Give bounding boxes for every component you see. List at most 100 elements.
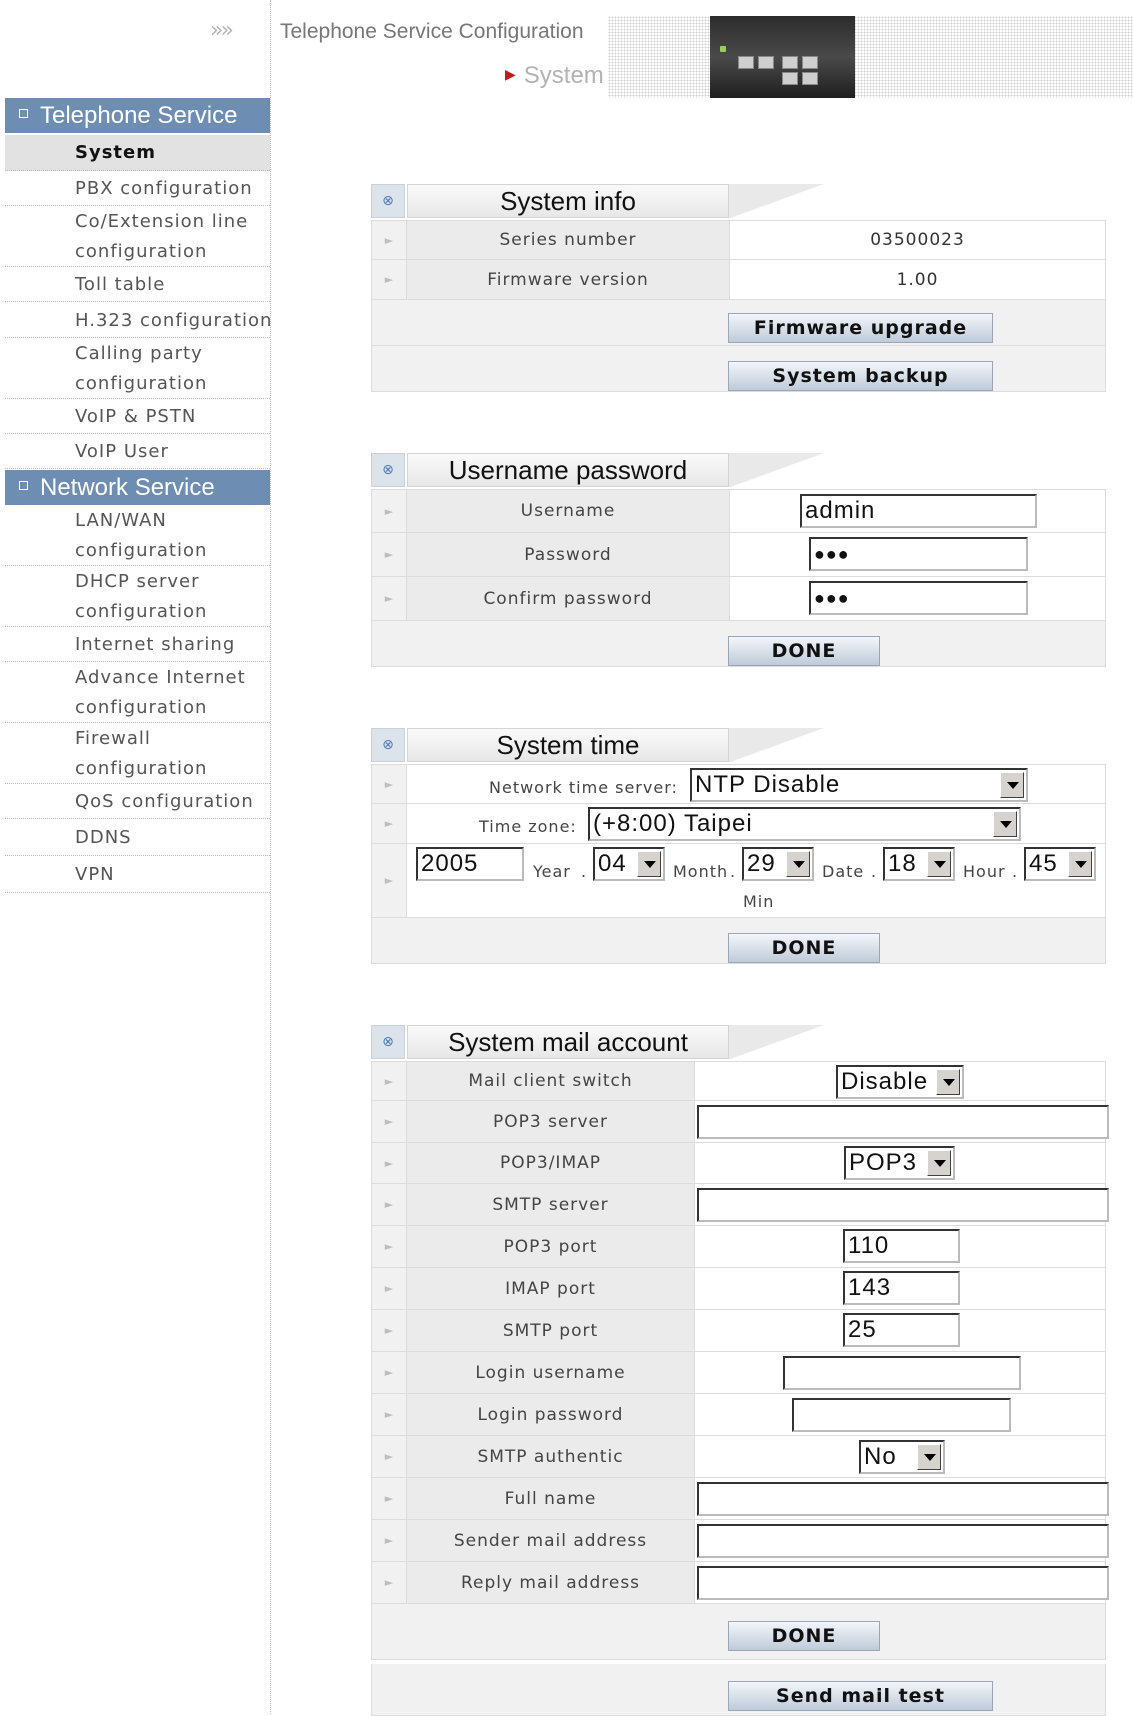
sidebar-item-lan-wan-configuration[interactable]: LAN/WAN configuration [5,506,270,566]
full-name-cell [695,1478,1109,1519]
full-name-input[interactable] [697,1482,1109,1516]
sidebar-item-pbx-configuration[interactable]: PBX configuration [5,172,270,206]
sidebar: »» Telephone Service System PBX configur… [0,0,271,1714]
pop3-imap-cell: POP3 [695,1143,1105,1183]
panel-title: System time [407,728,729,762]
timezone-select[interactable]: (+8:00) Taipei [588,807,1021,841]
smtp-auth-label: SMTP authentic [407,1436,695,1477]
sidebar-item-firewall-configuration[interactable]: Firewall configuration [5,724,270,784]
red-triangle-icon: ▶ [505,66,516,82]
password-input[interactable]: ●●● [809,537,1028,571]
system-mail-panel: ⊗ System mail account ► Mail client swit… [371,1025,1109,1716]
mail-done-button[interactable]: DONE [728,1621,880,1651]
minute-select[interactable]: 45 [1024,847,1096,881]
firmware-upgrade-button[interactable]: Firmware upgrade [728,313,993,343]
panel-title: Username password [407,453,729,487]
sidebar-item-qos-configuration[interactable]: QoS configuration [5,785,270,819]
year-input[interactable]: 2005 [416,847,524,881]
sidebar-item-co-extension-line-configuration[interactable]: Co/Extension line configuration [5,207,270,267]
mail-done-row: DONE [371,1604,1106,1660]
sidebar-item-calling-party-configuration[interactable]: Calling party configuration [5,339,270,399]
time-done-button[interactable]: DONE [728,933,880,963]
panel-tab-tail [729,1025,859,1059]
panel-expand-icon[interactable]: ⊗ [371,1025,405,1059]
smtp-port-input[interactable]: 25 [843,1313,960,1347]
panel-title: System mail account [407,1025,729,1059]
ntp-row: ► Network time server: NTP Disable [371,764,1106,804]
row-arrow-icon: ► [372,1310,407,1351]
ntp-label: Network time server: [489,778,678,797]
smtp-auth-row: ► SMTP authentic No [371,1436,1106,1478]
firmware-version-label: Firmware version [407,260,730,299]
series-number-row: ► Series number 03500023 [371,220,1106,260]
panel-title-bar: ⊗ Username password [371,453,1106,489]
ethernet-port-icon [802,56,818,69]
separator-dot: . [871,862,878,881]
password-label: Password [407,533,730,576]
row-arrow-icon: ► [372,260,407,299]
sidebar-item-voip-user[interactable]: VoIP User [5,435,270,469]
credentials-done-row: DONE [371,621,1106,667]
pop3-port-label: POP3 port [407,1226,695,1267]
sidebar-item-advance-internet-configuration[interactable]: Advance Internet configuration [5,663,270,723]
login-password-row: ► Login password [371,1394,1106,1436]
sender-address-input[interactable] [697,1524,1109,1558]
send-mail-test-button[interactable]: Send mail test [728,1681,993,1711]
sidebar-item-internet-sharing[interactable]: Internet sharing [5,628,270,662]
pop3-server-input[interactable] [697,1105,1109,1139]
pop3-port-row: ► POP3 port 110 [371,1226,1106,1268]
row-arrow-icon: ► [372,1394,407,1435]
row-arrow-icon: ► [372,1478,407,1519]
date-select[interactable]: 29 [742,847,814,881]
mail-test-row: Send mail test [371,1664,1106,1716]
smtp-server-input[interactable] [697,1188,1109,1222]
sidebar-item-h323-configuration[interactable]: H.323 configuration [5,303,271,338]
imap-port-input[interactable]: 143 [843,1271,960,1305]
page-subtitle: ▶ System [505,62,604,89]
imap-port-row: ► IMAP port 143 [371,1268,1106,1310]
series-number-value: 03500023 [870,230,965,250]
sidebar-item-toll-table[interactable]: Toll table [5,268,270,302]
sidebar-item-system[interactable]: System [5,135,270,171]
sidebar-header-telephone-service[interactable]: Telephone Service [5,98,270,133]
month-label: Month [673,862,729,881]
pop3-imap-label: POP3/IMAP [407,1143,695,1183]
sidebar-item-vpn[interactable]: VPN [5,857,270,893]
smtp-auth-cell: No [695,1436,1105,1477]
ethernet-port-icon [782,56,798,69]
sidebar-item-dhcp-server-configuration[interactable]: DHCP server configuration [5,567,270,627]
panel-expand-icon[interactable]: ⊗ [371,728,405,762]
panel-expand-icon[interactable]: ⊗ [371,184,405,218]
pop3-port-input[interactable]: 110 [843,1229,960,1263]
reply-address-input[interactable] [697,1566,1109,1600]
row-arrow-icon: ► [372,1184,407,1225]
smtp-auth-select[interactable]: No [859,1440,945,1474]
ntp-select[interactable]: NTP Disable [690,768,1028,802]
ethernet-port-icon [758,56,774,69]
panel-title-bar: ⊗ System time [371,728,1106,764]
page-title: Telephone Service Configuration [280,20,584,43]
min-label: Min [743,892,775,911]
sidebar-item-voip-pstn[interactable]: VoIP & PSTN [5,400,270,434]
time-done-row: DONE [371,918,1106,964]
month-select[interactable]: 04 [593,847,665,881]
panel-expand-icon[interactable]: ⊗ [371,453,405,487]
row-arrow-icon: ► [372,765,407,803]
pop3-imap-select[interactable]: POP3 [844,1146,955,1180]
row-arrow-icon: ► [372,1436,407,1477]
datetime-row: ► 2005 Year . 04 Month . 29 Date . 18 Ho… [371,844,1106,918]
system-backup-button[interactable]: System backup [728,361,993,391]
login-username-input[interactable] [783,1356,1021,1390]
dropdown-arrow-icon [993,811,1017,837]
router-image [710,16,855,98]
username-input[interactable]: admin [800,494,1037,528]
confirm-password-input[interactable]: ●●● [809,581,1028,615]
sidebar-item-ddns[interactable]: DDNS [5,820,270,856]
imap-port-label: IMAP port [407,1268,695,1309]
hour-select[interactable]: 18 [883,847,955,881]
smtp-port-cell: 25 [695,1310,1105,1351]
login-password-input[interactable] [792,1398,1011,1432]
sidebar-header-network-service[interactable]: Network Service [5,470,270,505]
mail-switch-select[interactable]: Disable [836,1065,964,1099]
credentials-done-button[interactable]: DONE [728,636,880,666]
